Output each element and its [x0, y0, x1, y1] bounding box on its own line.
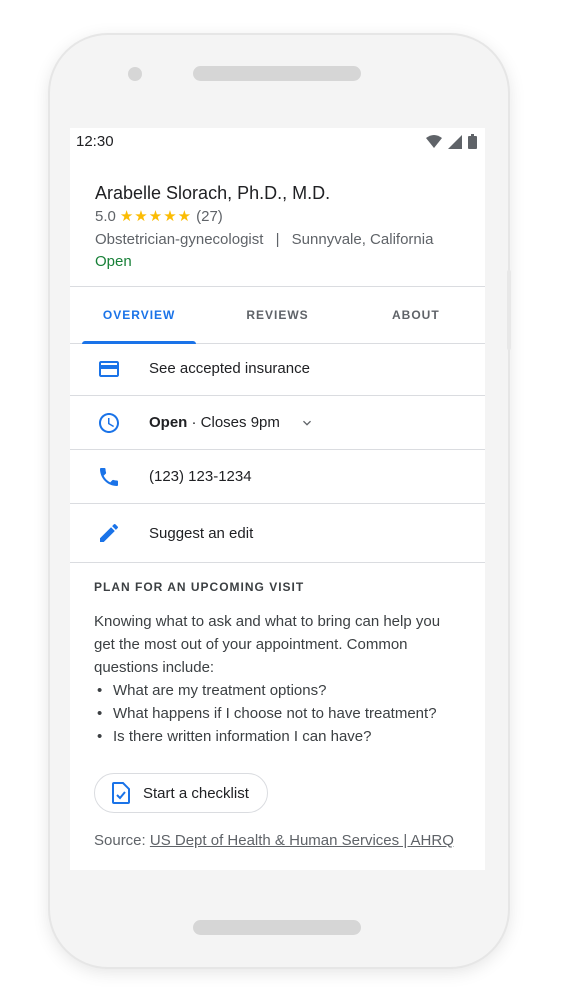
tab-about[interactable]: ABOUT: [347, 287, 485, 343]
specialty-location: Obstetrician-gynecologist | Sunnyvale, C…: [95, 229, 475, 251]
phone-icon: [100, 468, 118, 486]
plan-body: Knowing what to ask and what to bring ca…: [94, 613, 441, 676]
plan-title: PLAN FOR AN UPCOMING VISIT: [94, 580, 305, 594]
battery-icon: [468, 134, 477, 149]
review-count: (27): [196, 208, 223, 225]
clock-icon: [99, 413, 119, 433]
tab-overview[interactable]: OVERVIEW: [70, 287, 208, 344]
phone-speaker: [193, 66, 361, 81]
tab-reviews-label: REVIEWS: [246, 308, 309, 322]
suggest-edit-label: Suggest an edit: [149, 524, 254, 542]
status-bar: 12:30: [70, 128, 485, 154]
pencil-icon: [100, 523, 119, 542]
checklist-label: Start a checklist: [143, 784, 249, 802]
location: Sunnyvale, California: [291, 231, 434, 248]
open-status: Open: [95, 253, 132, 270]
chevron-down-icon[interactable]: [299, 415, 315, 431]
specialty: Obstetrician-gynecologist: [95, 231, 264, 248]
insurance-row[interactable]: See accepted insurance: [70, 342, 485, 396]
plan-section: PLAN FOR AN UPCOMING VISIT Knowing what …: [94, 580, 464, 748]
phone-row[interactable]: (123) 123-1234: [70, 450, 485, 504]
phone-screen: 12:30 Arabelle Slorach, Ph.D., M.D. 5.0 …: [70, 128, 485, 870]
list-item: Is there written information I can have?: [94, 725, 464, 748]
meta-separator: |: [275, 231, 280, 248]
hours-row[interactable]: Open · Closes 9pm: [70, 396, 485, 450]
wifi-icon: [426, 134, 442, 148]
hours-text: Open · Closes 9pm: [149, 414, 280, 431]
front-camera: [128, 67, 142, 81]
list-item: What happens if I choose not to have tre…: [94, 702, 464, 725]
rating-value: 5.0: [95, 208, 116, 225]
question-list: What are my treatment options? What happ…: [94, 679, 464, 748]
rating-row[interactable]: 5.0 ★★★★★ (27): [95, 206, 475, 228]
provider-name: Arabelle Slorach, Ph.D., M.D.: [95, 183, 331, 203]
list-item: What are my treatment options?: [94, 679, 464, 702]
status-icons: [426, 134, 477, 149]
checklist-icon: [112, 782, 130, 804]
signal-icon: [448, 134, 462, 149]
phone-number: (123) 123-1234: [149, 468, 252, 485]
phone-home-bar: [193, 920, 361, 935]
source-link[interactable]: US Dept of Health & Human Services | AHR…: [150, 832, 454, 849]
profile-header: Arabelle Slorach, Ph.D., M.D. 5.0 ★★★★★ …: [95, 180, 475, 273]
start-checklist-button[interactable]: Start a checklist: [94, 773, 268, 813]
hours-detail: · Closes 9pm: [187, 414, 280, 431]
suggest-edit-row[interactable]: Suggest an edit: [70, 504, 485, 563]
hours-status: Open: [149, 414, 188, 431]
credit-card-icon: [99, 361, 119, 377]
source-line: Source: US Dept of Health & Human Servic…: [94, 832, 454, 849]
source-prefix: Source:: [94, 832, 150, 849]
star-rating-icon: ★★★★★: [119, 208, 193, 225]
tab-bar: OVERVIEW REVIEWS ABOUT: [70, 286, 485, 344]
phone-side-button: [507, 270, 511, 350]
tab-about-label: ABOUT: [391, 308, 440, 322]
insurance-label: See accepted insurance: [149, 360, 310, 377]
status-time: 12:30: [76, 133, 114, 150]
tab-reviews[interactable]: REVIEWS: [208, 287, 346, 343]
tab-overview-label: OVERVIEW: [102, 308, 176, 322]
